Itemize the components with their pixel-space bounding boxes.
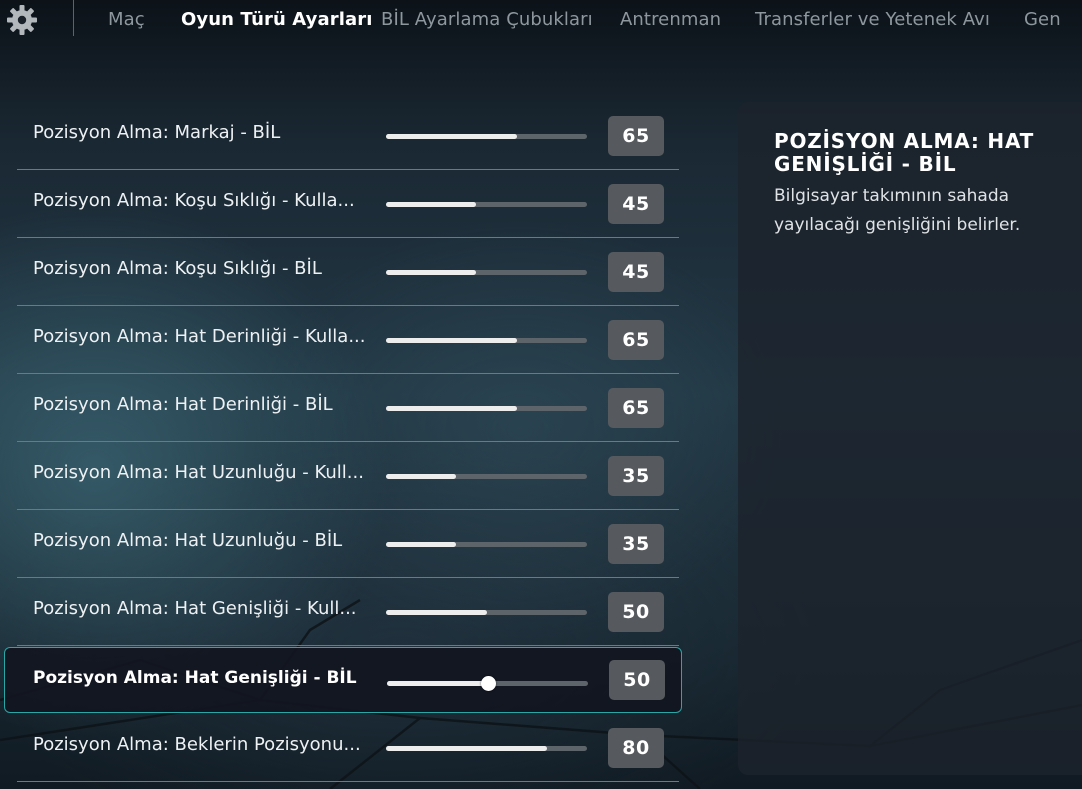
slider-track[interactable] bbox=[387, 676, 588, 691]
setting-label: Pozisyon Alma: Hat Derinliği - Kulla... bbox=[33, 326, 366, 347]
setting-label: Pozisyon Alma: Hat Genişliği - BİL bbox=[33, 668, 357, 688]
setting-row[interactable]: Pozisyon Alma: Koşu Sıklığı - BİL 45 bbox=[17, 238, 679, 306]
slider-fill bbox=[386, 542, 457, 547]
setting-value: 35 bbox=[608, 456, 664, 496]
setting-value: 65 bbox=[608, 116, 664, 156]
setting-label: Pozisyon Alma: Hat Genişliği - Kull... bbox=[33, 598, 357, 619]
setting-row[interactable]: Pozisyon Alma: Beklerin Pozisyonu... 80 bbox=[17, 714, 679, 782]
slider-track[interactable] bbox=[386, 202, 587, 207]
tab-oyun-turu-ayarlari[interactable]: Oyun Türü Ayarları bbox=[181, 9, 372, 30]
slider-fill bbox=[386, 610, 487, 615]
info-panel-title: POZİSYON ALMA: HAT GENİŞLİĞİ - BİL bbox=[774, 129, 1035, 176]
setting-label: Pozisyon Alma: Hat Uzunluğu - BİL bbox=[33, 530, 343, 551]
top-navigation: Maç Oyun Türü Ayarları BİL Ayarlama Çubu… bbox=[0, 0, 1082, 42]
slider-track[interactable] bbox=[386, 474, 587, 479]
setting-value: 50 bbox=[609, 660, 665, 700]
setting-value: 45 bbox=[608, 252, 664, 292]
setting-label: Pozisyon Alma: Hat Derinliği - BİL bbox=[33, 394, 333, 415]
setting-row[interactable]: Pozisyon Alma: Hat Uzunluğu - BİL 35 bbox=[17, 510, 679, 578]
slider-knob[interactable] bbox=[480, 676, 496, 691]
slider-fill bbox=[386, 338, 517, 343]
slider-fill bbox=[386, 406, 517, 411]
setting-row[interactable]: Pozisyon Alma: Koşu Sıklığı - Kulla... 4… bbox=[17, 170, 679, 238]
slider-track[interactable] bbox=[386, 406, 587, 411]
tab-antrenman[interactable]: Antrenman bbox=[620, 9, 721, 30]
setting-label: Pozisyon Alma: Koşu Sıklığı - Kulla... bbox=[33, 190, 355, 211]
setting-row[interactable]: Pozisyon Alma: Hat Genişliği - Kull... 5… bbox=[17, 578, 679, 646]
setting-value: 35 bbox=[608, 524, 664, 564]
setting-row[interactable]: Pozisyon Alma: Hat Derinliği - Kulla... … bbox=[17, 306, 679, 374]
nav-divider bbox=[73, 0, 74, 36]
setting-label: Pozisyon Alma: Koşu Sıklığı - BİL bbox=[33, 258, 322, 279]
info-panel-description: Bilgisayar takımının sahada yayılacağı g… bbox=[774, 186, 1021, 235]
tab-gen[interactable]: Gen bbox=[1024, 9, 1061, 30]
tab-mac[interactable]: Maç bbox=[108, 9, 145, 30]
tab-transferler[interactable]: Transferler ve Yetenek Avı bbox=[755, 9, 990, 30]
gear-icon[interactable] bbox=[6, 4, 38, 36]
setting-value: 45 bbox=[608, 184, 664, 224]
slider-fill bbox=[387, 681, 488, 686]
setting-row[interactable]: Pozisyon Alma: Markaj - BİL 65 bbox=[17, 102, 679, 170]
slider-track[interactable] bbox=[386, 746, 587, 751]
setting-label: Pozisyon Alma: Markaj - BİL bbox=[33, 122, 281, 143]
tab-bil-ayarlama-cubuklari[interactable]: BİL Ayarlama Çubukları bbox=[381, 9, 593, 30]
slider-fill bbox=[386, 746, 547, 751]
slider-track[interactable] bbox=[386, 134, 587, 139]
setting-value: 65 bbox=[608, 320, 664, 360]
setting-row-selected[interactable]: Pozisyon Alma: Hat Genişliği - BİL 50 bbox=[4, 647, 682, 713]
setting-value: 65 bbox=[608, 388, 664, 428]
info-panel: POZİSYON ALMA: HAT GENİŞLİĞİ - BİL Bilgi… bbox=[738, 102, 1082, 775]
slider-fill bbox=[386, 134, 517, 139]
slider-track[interactable] bbox=[386, 270, 587, 275]
setting-label: Pozisyon Alma: Hat Uzunluğu - Kull... bbox=[33, 462, 364, 483]
setting-label: Pozisyon Alma: Beklerin Pozisyonu... bbox=[33, 734, 361, 755]
setting-row[interactable]: Pozisyon Alma: Hat Uzunluğu - Kull... 35 bbox=[17, 442, 679, 510]
slider-fill bbox=[386, 270, 477, 275]
slider-track[interactable] bbox=[386, 610, 587, 615]
slider-track[interactable] bbox=[386, 542, 587, 547]
setting-value: 80 bbox=[608, 728, 664, 768]
setting-row[interactable]: Pozisyon Alma: Hat Derinliği - BİL 65 bbox=[17, 374, 679, 442]
slider-track[interactable] bbox=[386, 338, 587, 343]
slider-fill bbox=[386, 474, 457, 479]
slider-fill bbox=[386, 202, 477, 207]
setting-value: 50 bbox=[608, 592, 664, 632]
